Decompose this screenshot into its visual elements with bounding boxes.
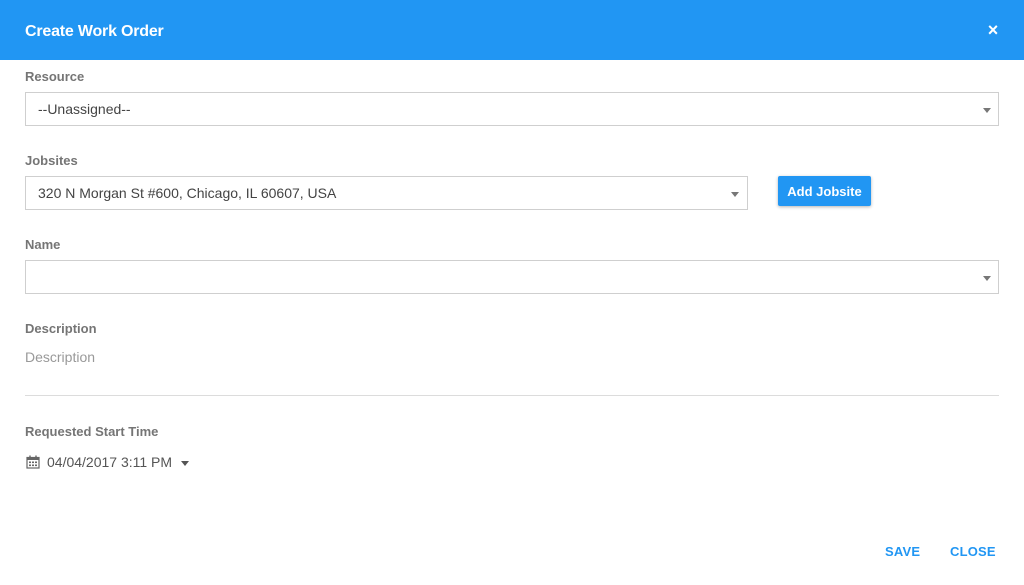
start-time-value: 04/04/2017 3:11 PM xyxy=(47,454,173,470)
close-icon[interactable]: × xyxy=(986,21,1000,39)
description-input[interactable] xyxy=(25,346,999,396)
calendar-icon xyxy=(26,455,40,469)
name-select[interactable] xyxy=(25,260,999,294)
resource-select[interactable]: --Unassigned-- xyxy=(25,92,999,126)
resource-label: Resource xyxy=(25,69,85,84)
chevron-down-icon xyxy=(983,108,991,113)
caret-down-icon xyxy=(181,461,189,466)
chevron-down-icon xyxy=(983,276,991,281)
jobsites-select-value: 320 N Morgan St #600, Chicago, IL 60607,… xyxy=(38,185,337,201)
jobsites-select[interactable]: 320 N Morgan St #600, Chicago, IL 60607,… xyxy=(25,176,748,210)
add-jobsite-button[interactable]: Add Jobsite xyxy=(778,176,871,206)
close-button[interactable]: CLOSE xyxy=(950,544,996,559)
name-label: Name xyxy=(25,237,61,252)
resource-select-value: --Unassigned-- xyxy=(38,101,131,117)
description-label: Description xyxy=(25,321,97,336)
chevron-down-icon xyxy=(731,192,739,197)
start-time-label: Requested Start Time xyxy=(25,424,159,439)
jobsites-label: Jobsites xyxy=(25,153,78,168)
save-button[interactable]: SAVE xyxy=(885,544,920,559)
dialog-header: Create Work Order × xyxy=(0,0,1024,60)
dialog-title: Create Work Order xyxy=(25,23,164,40)
